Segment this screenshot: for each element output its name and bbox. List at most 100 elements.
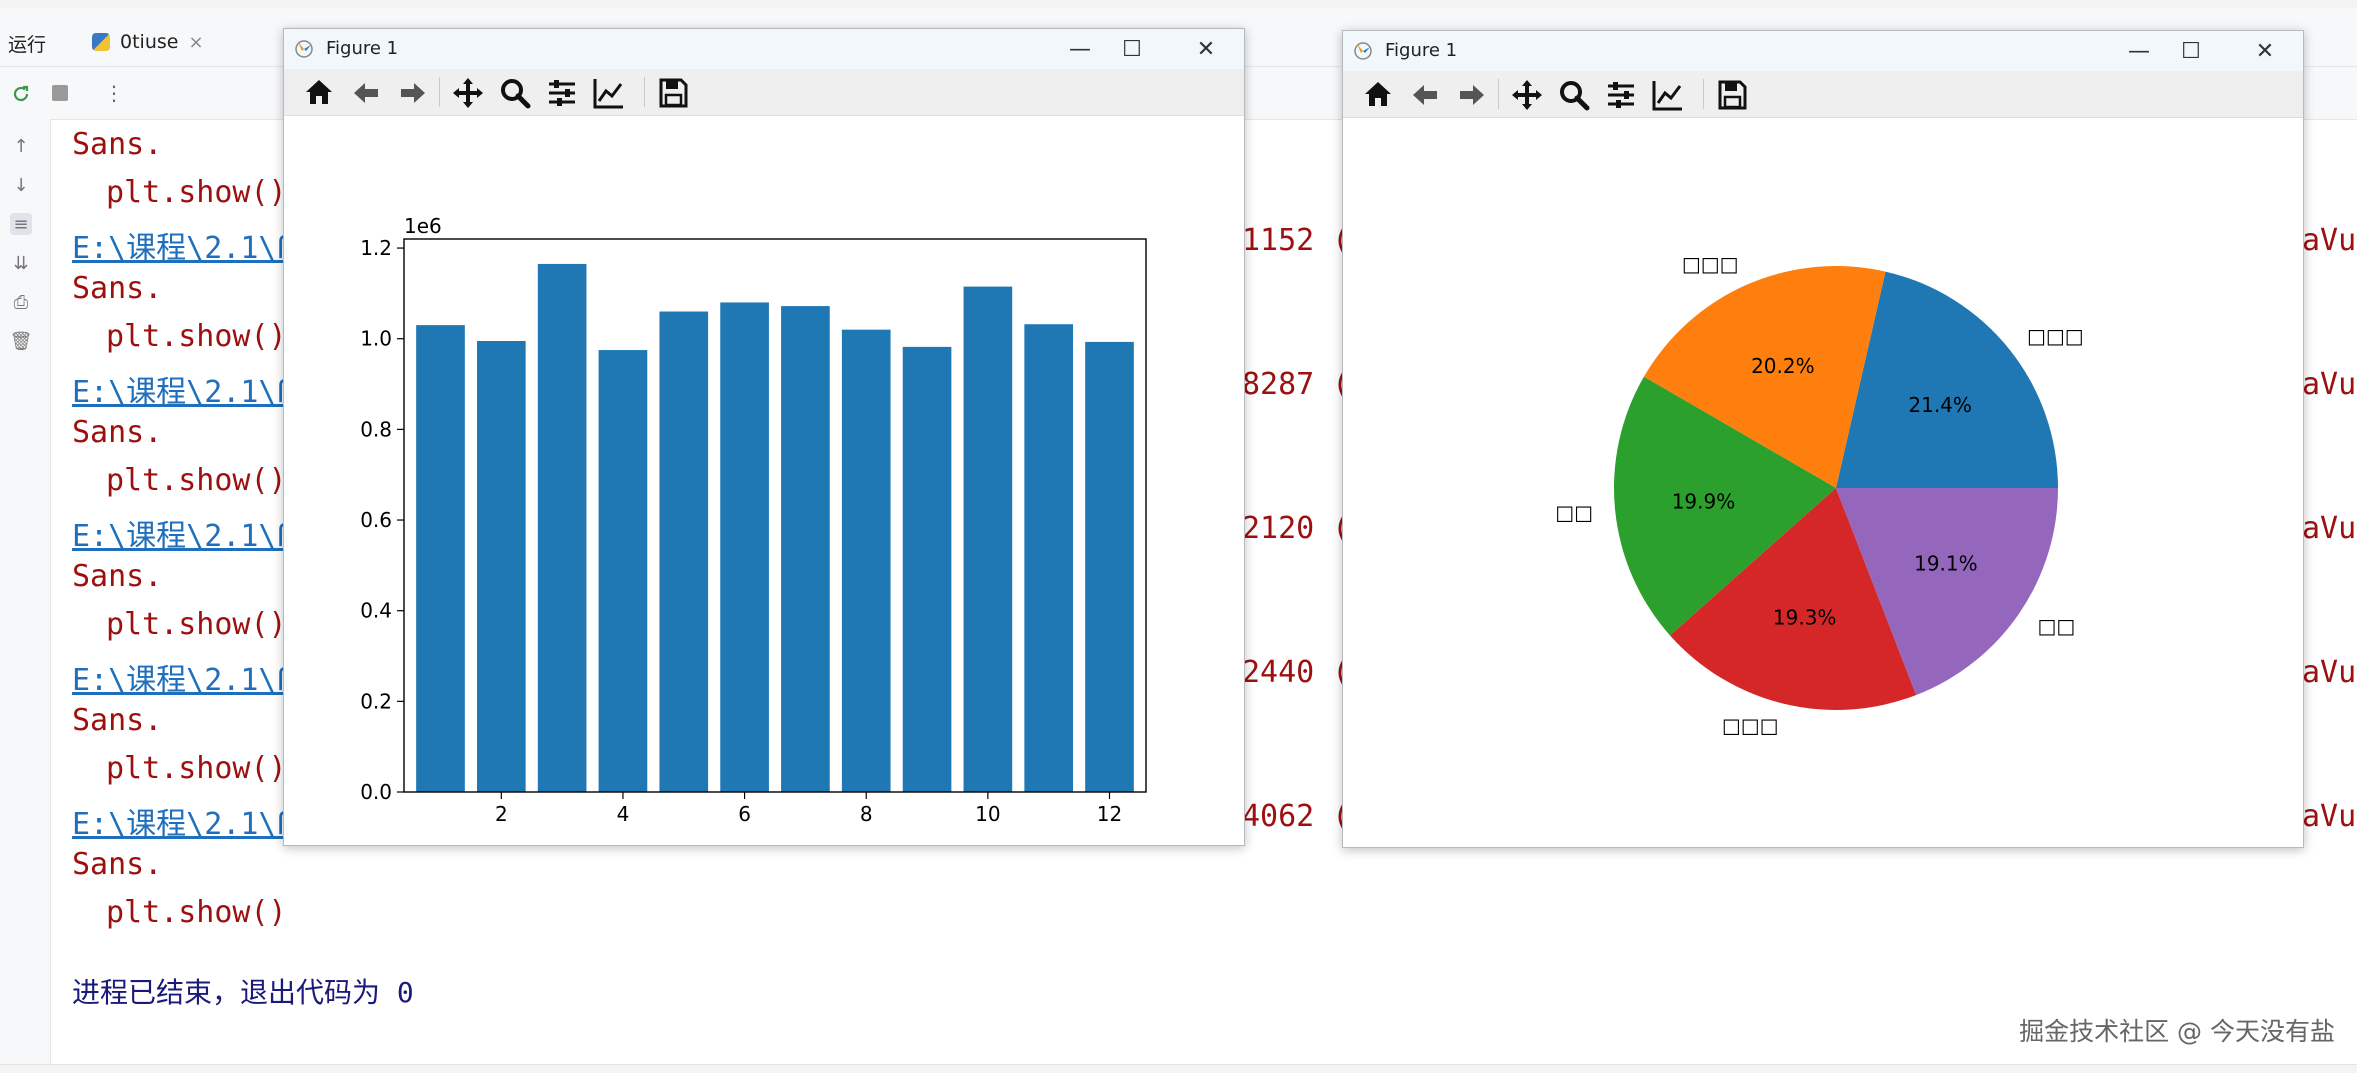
scroll-down-icon[interactable]: ↓ (10, 174, 32, 196)
console-path-link[interactable]: E:\课程\2.1\ß (72, 367, 295, 411)
edit-axis-icon[interactable] (592, 76, 626, 110)
console-line: plt.show() (106, 895, 287, 930)
console-path-link[interactable]: E:\课程\2.1\ß (72, 223, 295, 267)
configure-subplots-icon[interactable] (1604, 78, 1638, 112)
matplotlib-toolbar (1343, 71, 2303, 118)
minimize-icon[interactable]: — (2119, 35, 2159, 67)
run-tab-label: 0tiuse (120, 31, 179, 53)
back-arrow-icon[interactable] (349, 76, 383, 110)
console-line-fragment: 2120 ( (1242, 511, 1351, 546)
window-title: Figure 1 (326, 38, 399, 59)
bar-2 (476, 340, 526, 792)
home-icon[interactable] (302, 76, 336, 110)
console-line: Sans. (72, 847, 163, 882)
pie-pct-label: 21.4% (1908, 393, 1972, 417)
maximize-icon[interactable]: ☐ (1112, 33, 1152, 65)
console-line-fragment: aVu (2302, 511, 2357, 546)
more-options-icon[interactable]: ⋮ (104, 81, 124, 105)
bar-8 (841, 329, 891, 792)
console-line: plt.show() (106, 463, 287, 498)
y-tick-label: 1.0 (360, 327, 392, 351)
console-line-fragment: aVu (2302, 367, 2357, 402)
home-icon[interactable] (1361, 78, 1395, 112)
python-icon (92, 33, 110, 51)
pan-move-icon[interactable] (451, 76, 485, 110)
pie-category-label: □□□ (1682, 252, 1739, 276)
window-titlebar[interactable]: Figure 1 — ☐ ✕ (1343, 31, 2303, 71)
configure-subplots-icon[interactable] (545, 76, 579, 110)
pie-pct-label: 19.1% (1914, 551, 1978, 575)
pie-category-label: □□ (1555, 501, 1593, 525)
console-line-fragment: aVu (2302, 655, 2357, 690)
y-tick-label: 0.0 (360, 780, 392, 804)
maximize-icon[interactable]: ☐ (2171, 35, 2211, 67)
matplotlib-toolbar (284, 69, 1244, 116)
console-line-fragment: 1152 ( (1242, 223, 1351, 258)
minimize-icon[interactable]: — (1060, 33, 1100, 65)
figure-canvas[interactable]: 2 4 6 8 10 12 0.0 0.2 0.4 0.6 0.8 1.0 1.2 1e6 (284, 116, 1244, 845)
scroll-up-icon[interactable]: ↑ (10, 135, 32, 157)
print-icon[interactable]: ⎙ (10, 291, 32, 313)
bar-11 (1024, 324, 1074, 792)
toolbar-separator (439, 77, 440, 107)
console-line: Sans. (72, 703, 163, 738)
y-tick-label: 0.2 (360, 689, 392, 713)
matplotlib-icon (1354, 42, 1372, 60)
bar-12 (1085, 341, 1134, 792)
run-config-tab[interactable]: 0tiuse × (82, 22, 214, 62)
scroll-to-end-icon[interactable]: ⇊ (10, 252, 32, 274)
toolbar-separator (644, 77, 645, 107)
pie-pct-label: 19.9% (1672, 489, 1736, 513)
x-tick-label: 8 (860, 802, 873, 826)
close-icon[interactable]: ✕ (1186, 33, 1226, 65)
console-line: plt.show() (106, 751, 287, 786)
bar-7 (781, 306, 830, 792)
forward-arrow-icon[interactable] (1455, 78, 1489, 112)
pan-move-icon[interactable] (1510, 78, 1544, 112)
figure-canvas[interactable]: 21.4% □□□ 20.2% □□□ 19.9% □□ 19.3% □□□ 19.1% □□ (1343, 118, 2303, 847)
soft-wrap-icon[interactable]: ≡ (10, 213, 32, 235)
close-icon[interactable]: ✕ (2245, 35, 2285, 67)
matplotlib-icon (295, 40, 313, 58)
window-titlebar[interactable]: Figure 1 — ☐ ✕ (284, 29, 1244, 69)
process-exit-message: 进程已结束，退出代码为 0 (72, 976, 414, 1009)
back-arrow-icon[interactable] (1408, 78, 1442, 112)
console-line: Sans. (72, 415, 163, 450)
trash-icon[interactable]: 🗑 (10, 330, 33, 352)
console-path-link[interactable]: E:\课程\2.1\ß (72, 511, 295, 555)
bar-4 (598, 350, 648, 792)
stop-icon[interactable] (52, 85, 68, 101)
console-line: plt.show() (106, 319, 287, 354)
x-tick-label: 12 (1097, 802, 1122, 826)
console-line: Sans. (72, 271, 163, 306)
bar-3 (537, 263, 587, 793)
watermark: 掘金技术社区 @ 今天没有盐 (2019, 1017, 2335, 1046)
x-tick-label: 10 (975, 802, 1000, 826)
run-side-toolbar: ↑ ↓ ≡ ⇊ ⎙ 🗑 (0, 119, 51, 1064)
bar-10 (963, 286, 1013, 792)
console-line-fragment: 4062 ( (1242, 799, 1351, 834)
forward-arrow-icon[interactable] (396, 76, 430, 110)
zoom-magnifier-icon[interactable] (498, 76, 532, 110)
console-line: Sans. (72, 559, 163, 594)
x-tick-label: 6 (738, 802, 751, 826)
y-tick-label: 0.6 (360, 508, 392, 532)
zoom-magnifier-icon[interactable] (1557, 78, 1591, 112)
figure-window-pie[interactable]: Figure 1 — ☐ ✕ 21.4% □□□ 20.2% □□□ 19.9% □□ 19… (1342, 30, 2304, 848)
y-tick-label: 0.8 (360, 417, 392, 441)
save-floppy-icon[interactable] (656, 76, 690, 110)
toolbar-separator (1703, 79, 1704, 109)
console-path-link[interactable]: E:\课程\2.1\ß (72, 799, 295, 843)
close-tab-icon[interactable]: × (188, 32, 203, 53)
console-line: plt.show() (106, 175, 287, 210)
rerun-icon[interactable] (10, 83, 32, 105)
edit-axis-icon[interactable] (1651, 78, 1685, 112)
pie-pct-label: 20.2% (1751, 354, 1815, 378)
x-tick-label: 2 (495, 802, 508, 826)
console-line: Sans. (72, 127, 163, 162)
figure-window-bar[interactable]: Figure 1 — ☐ ✕ 2 4 6 8 10 12 0.0 0.2 0.4 0.6 0.8 1.… (283, 28, 1245, 846)
save-floppy-icon[interactable] (1715, 78, 1749, 112)
bar-9 (902, 346, 952, 792)
console-path-link[interactable]: E:\课程\2.1\ß (72, 655, 295, 699)
console-line-fragment: aVu (2302, 799, 2357, 834)
